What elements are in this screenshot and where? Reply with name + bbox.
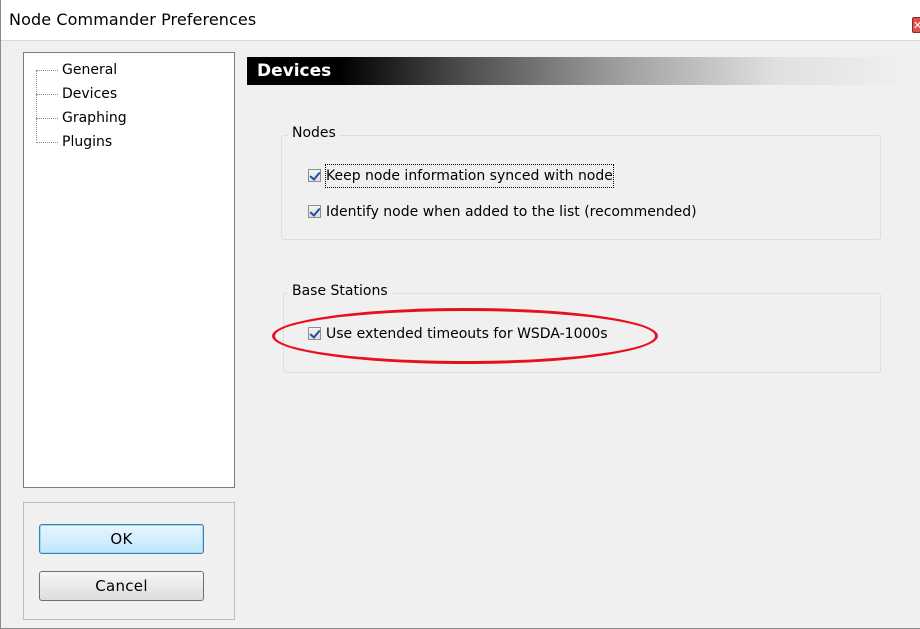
section-header-devices: Devices	[247, 57, 907, 85]
tree-branch	[36, 118, 58, 119]
tree-item-label: General	[62, 62, 118, 78]
tree-item-label: Plugins	[62, 134, 113, 150]
category-tree: General Devices Graphing Plugins	[23, 52, 235, 488]
tree-item-general[interactable]: General	[36, 59, 117, 81]
tree-item-devices[interactable]: Devices	[36, 83, 117, 105]
tree-branch	[36, 94, 58, 95]
cancel-button[interactable]: Cancel	[39, 571, 204, 601]
identify-node-label[interactable]: Identify node when added to the list (re…	[326, 201, 697, 223]
close-icon[interactable]: ✕	[912, 17, 920, 33]
base-stations-group-label: Base Stations	[288, 283, 392, 299]
dialog-buttons-panel: OK Cancel	[23, 502, 235, 620]
ok-button[interactable]: OK	[39, 524, 204, 554]
tree-item-graphing[interactable]: Graphing	[36, 107, 127, 129]
nodes-group-label: Nodes	[288, 125, 340, 141]
keep-synced-checkbox[interactable]	[308, 169, 321, 182]
tree-item-label: Devices	[62, 86, 118, 102]
title-bar: Node Commander Preferences ✕	[1, 0, 920, 41]
tree-branch	[36, 70, 58, 71]
tree-item-plugins[interactable]: Plugins	[36, 131, 112, 153]
window-title: Node Commander Preferences	[9, 10, 257, 29]
keep-synced-label[interactable]: Keep node information synced with node	[325, 164, 614, 188]
identify-node-checkbox[interactable]	[308, 205, 321, 218]
preferences-window: Node Commander Preferences ✕ General Dev…	[0, 0, 920, 629]
tree-branch	[36, 142, 58, 143]
red-highlight-ellipse	[272, 308, 658, 364]
nodes-groupbox: Nodes Keep node information synced with …	[281, 125, 881, 240]
tree-item-label: Graphing	[62, 110, 127, 126]
